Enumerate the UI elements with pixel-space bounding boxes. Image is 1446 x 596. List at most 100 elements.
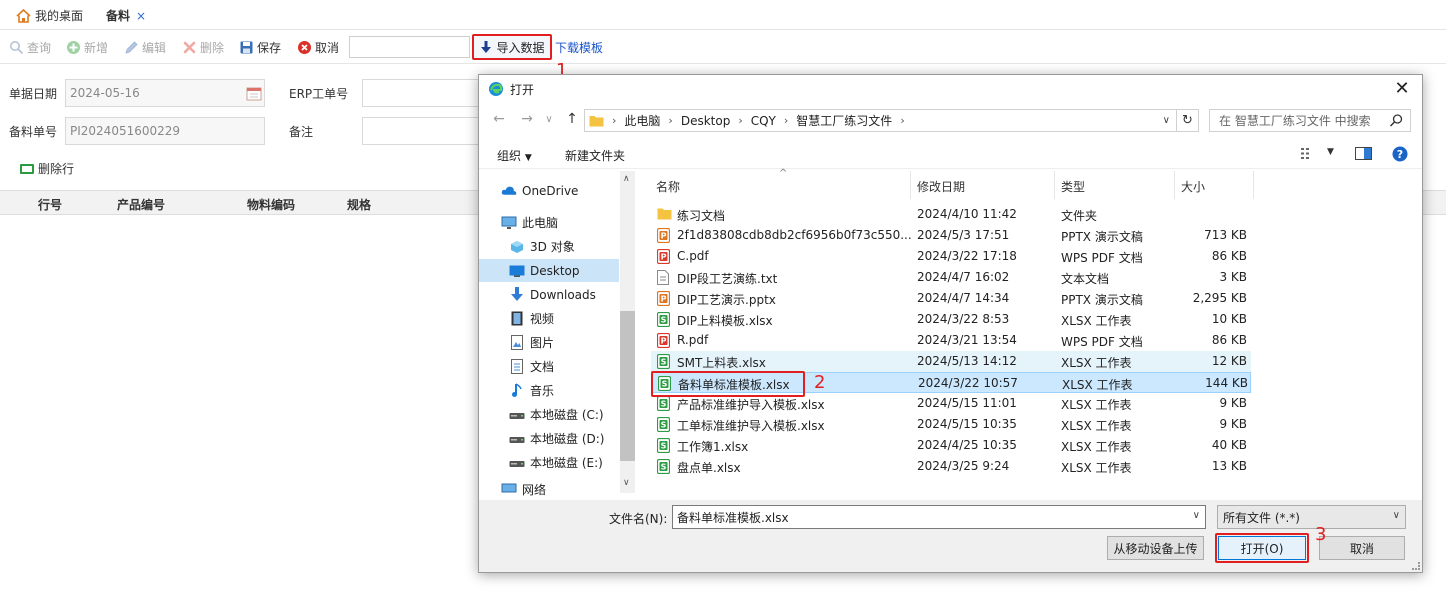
preview-pane-icon[interactable]: [1355, 147, 1372, 160]
path-chevron-icon: ›: [783, 114, 789, 127]
sidebar-item-label: 视频: [530, 312, 555, 326]
tab-home-label: 我的桌面: [35, 9, 84, 23]
delete-row-button[interactable]: 删除行: [20, 160, 74, 177]
address-bar[interactable]: › 此电脑 › Desktop › CQY › 智慧工厂练习文件 › ∨: [584, 109, 1177, 132]
import-data-button[interactable]: 导入数据: [472, 34, 552, 60]
new-folder-button[interactable]: 新建文件夹: [565, 147, 625, 164]
tab-home[interactable]: 我的桌面: [16, 7, 83, 24]
scroll-up-icon[interactable]: ∧: [623, 174, 630, 184]
dialog-title: 打开: [510, 82, 535, 97]
sidebar-item[interactable]: Desktop: [479, 259, 619, 282]
sidebar-item[interactable]: 音乐: [479, 379, 619, 402]
filename-input[interactable]: 备料单标准模板.xlsx ∨: [672, 505, 1206, 529]
col-divider[interactable]: [1253, 171, 1254, 199]
file-size: 86 KB: [1211, 249, 1247, 263]
col-divider[interactable]: [1174, 171, 1175, 199]
col-divider[interactable]: [910, 171, 911, 199]
file-row[interactable]: DIP段工艺演练.txt 2024/4/7 16:02 文本文档 3 KB: [651, 267, 1251, 288]
scroll-down-icon[interactable]: ∨: [623, 478, 630, 488]
code-value: PI2024051600229: [70, 124, 181, 138]
sidebar-item[interactable]: 本地磁盘 (D:): [479, 427, 619, 450]
sidebar-item-label: 网络: [522, 483, 547, 497]
code-field[interactable]: PI2024051600229: [65, 117, 265, 145]
add-button[interactable]: 新增: [66, 39, 108, 56]
path-segment[interactable]: Desktop: [681, 114, 731, 128]
back-arrow-icon[interactable]: ←: [489, 111, 509, 127]
file-row[interactable]: S 工作簿1.xlsx 2024/4/25 10:35 XLSX 工作表 40 KB: [651, 435, 1251, 456]
xlsx-file-icon: S: [656, 458, 671, 475]
dialog-cancel-button[interactable]: 取消: [1319, 536, 1405, 560]
toolbar-input[interactable]: [349, 36, 470, 58]
upload-mobile-button[interactable]: 从移动设备上传: [1107, 536, 1204, 560]
folder-file-icon: [657, 207, 672, 222]
download-template-link[interactable]: 下载模板: [555, 39, 603, 56]
col-type[interactable]: 类型: [1061, 178, 1085, 195]
sidebar-item[interactable]: 图片: [479, 331, 619, 354]
file-size: 86 KB: [1211, 333, 1247, 347]
remark-field[interactable]: [362, 117, 479, 145]
organize-menu[interactable]: 组织 ▼: [497, 147, 532, 164]
tab-close-icon[interactable]: ×: [136, 9, 146, 23]
sidebar-item[interactable]: 本地磁盘 (E:): [479, 451, 619, 474]
edit-button[interactable]: 编辑: [124, 39, 166, 56]
highlight-selected-file: [651, 371, 805, 397]
sidebar-item[interactable]: 视频: [479, 307, 619, 330]
date-field[interactable]: 2024-05-16: [65, 79, 265, 107]
file-row[interactable]: 练习文档 2024/4/10 11:42 文件夹: [651, 204, 1251, 225]
sidebar-item[interactable]: 3D 对象: [479, 235, 619, 258]
filename-dropdown-icon[interactable]: ∨: [1193, 510, 1200, 521]
query-button[interactable]: 查询: [9, 39, 51, 56]
sidebar-item[interactable]: Downloads: [479, 283, 619, 306]
col-date[interactable]: 修改日期: [917, 178, 965, 195]
grid-col-material[interactable]: 物料编码: [247, 196, 295, 213]
file-row[interactable]: P R.pdf 2024/3/21 13:54 WPS PDF 文档 86 KB: [651, 330, 1251, 351]
sidebar-item[interactable]: 文档: [479, 355, 619, 378]
refresh-icon[interactable]: ↻: [1177, 109, 1199, 132]
up-arrow-icon[interactable]: ↑: [562, 111, 582, 127]
file-row[interactable]: P DIP工艺演示.pptx 2024/4/7 14:34 PPTX 演示文稿 2,29…: [651, 288, 1251, 309]
resize-grip[interactable]: [1412, 562, 1420, 570]
organize-label: 组织: [497, 149, 522, 163]
sidebar-item[interactable]: 本地磁盘 (C:): [479, 403, 619, 426]
path-segment[interactable]: 智慧工厂练习文件: [796, 112, 892, 129]
sidebar-scroll-thumb[interactable]: [620, 311, 635, 461]
address-dropdown-icon[interactable]: ∨: [1163, 115, 1170, 126]
dialog-close-icon[interactable]: ✕: [1390, 78, 1414, 100]
save-button[interactable]: 保存: [239, 39, 281, 56]
sidebar-item[interactable]: 此电脑: [479, 211, 619, 234]
col-size[interactable]: 大小: [1181, 178, 1205, 195]
grid-col-product[interactable]: 产品编号: [117, 196, 165, 213]
erp-field[interactable]: [362, 79, 479, 107]
file-row[interactable]: S 工单标准维护导入模板.xlsx 2024/5/15 10:35 XLSX 工作表 9…: [651, 414, 1251, 435]
tab-current[interactable]: 备料 ×: [106, 7, 146, 24]
calendar-icon[interactable]: [246, 86, 262, 101]
col-divider[interactable]: [1054, 171, 1055, 199]
grid-col-line[interactable]: 行号: [38, 196, 62, 213]
desktop-icon: [509, 264, 525, 278]
sidebar-item-label: 文档: [530, 360, 555, 374]
cancel-label: 取消: [315, 41, 340, 55]
cancel-button[interactable]: 取消: [297, 39, 339, 56]
file-row[interactable]: P 2f1d83808cdb8db2cf6956b0f73c550... 2024/…: [651, 225, 1251, 246]
search-input[interactable]: 在 智慧工厂练习文件 中搜索: [1209, 109, 1411, 132]
file-row[interactable]: S DIP上料模板.xlsx 2024/3/22 8:53 XLSX 工作表 10 KB: [651, 309, 1251, 330]
path-segment[interactable]: CQY: [751, 114, 776, 128]
file-size: 2,295 KB: [1192, 291, 1247, 305]
file-row[interactable]: S 盘点单.xlsx 2024/3/25 9:24 XLSX 工作表 13 KB: [651, 456, 1251, 477]
view-options-icon[interactable]: [1301, 147, 1318, 160]
file-row[interactable]: P C.pdf 2024/3/22 17:18 WPS PDF 文档 86 KB: [651, 246, 1251, 267]
delete-button[interactable]: 删除: [182, 39, 224, 56]
filetype-select[interactable]: 所有文件 (*.*) ∨: [1217, 505, 1406, 529]
sidebar-item[interactable]: OneDrive: [479, 179, 619, 202]
help-icon[interactable]: ?: [1392, 146, 1408, 162]
view-chevron-icon[interactable]: ▼: [1327, 147, 1334, 157]
file-row[interactable]: S SMT上料表.xlsx 2024/5/13 14:12 XLSX 工作表 12 KB: [651, 351, 1251, 372]
forward-arrow-icon[interactable]: →: [517, 111, 537, 127]
svg-text:S: S: [661, 463, 667, 472]
path-segment[interactable]: 此电脑: [624, 112, 660, 129]
history-chevron-icon[interactable]: ∨: [539, 114, 559, 125]
sidebar-item[interactable]: 网络: [479, 478, 619, 497]
file-name: C.pdf: [677, 249, 709, 263]
col-name[interactable]: 名称: [656, 178, 680, 195]
grid-col-spec[interactable]: 规格: [347, 196, 371, 213]
